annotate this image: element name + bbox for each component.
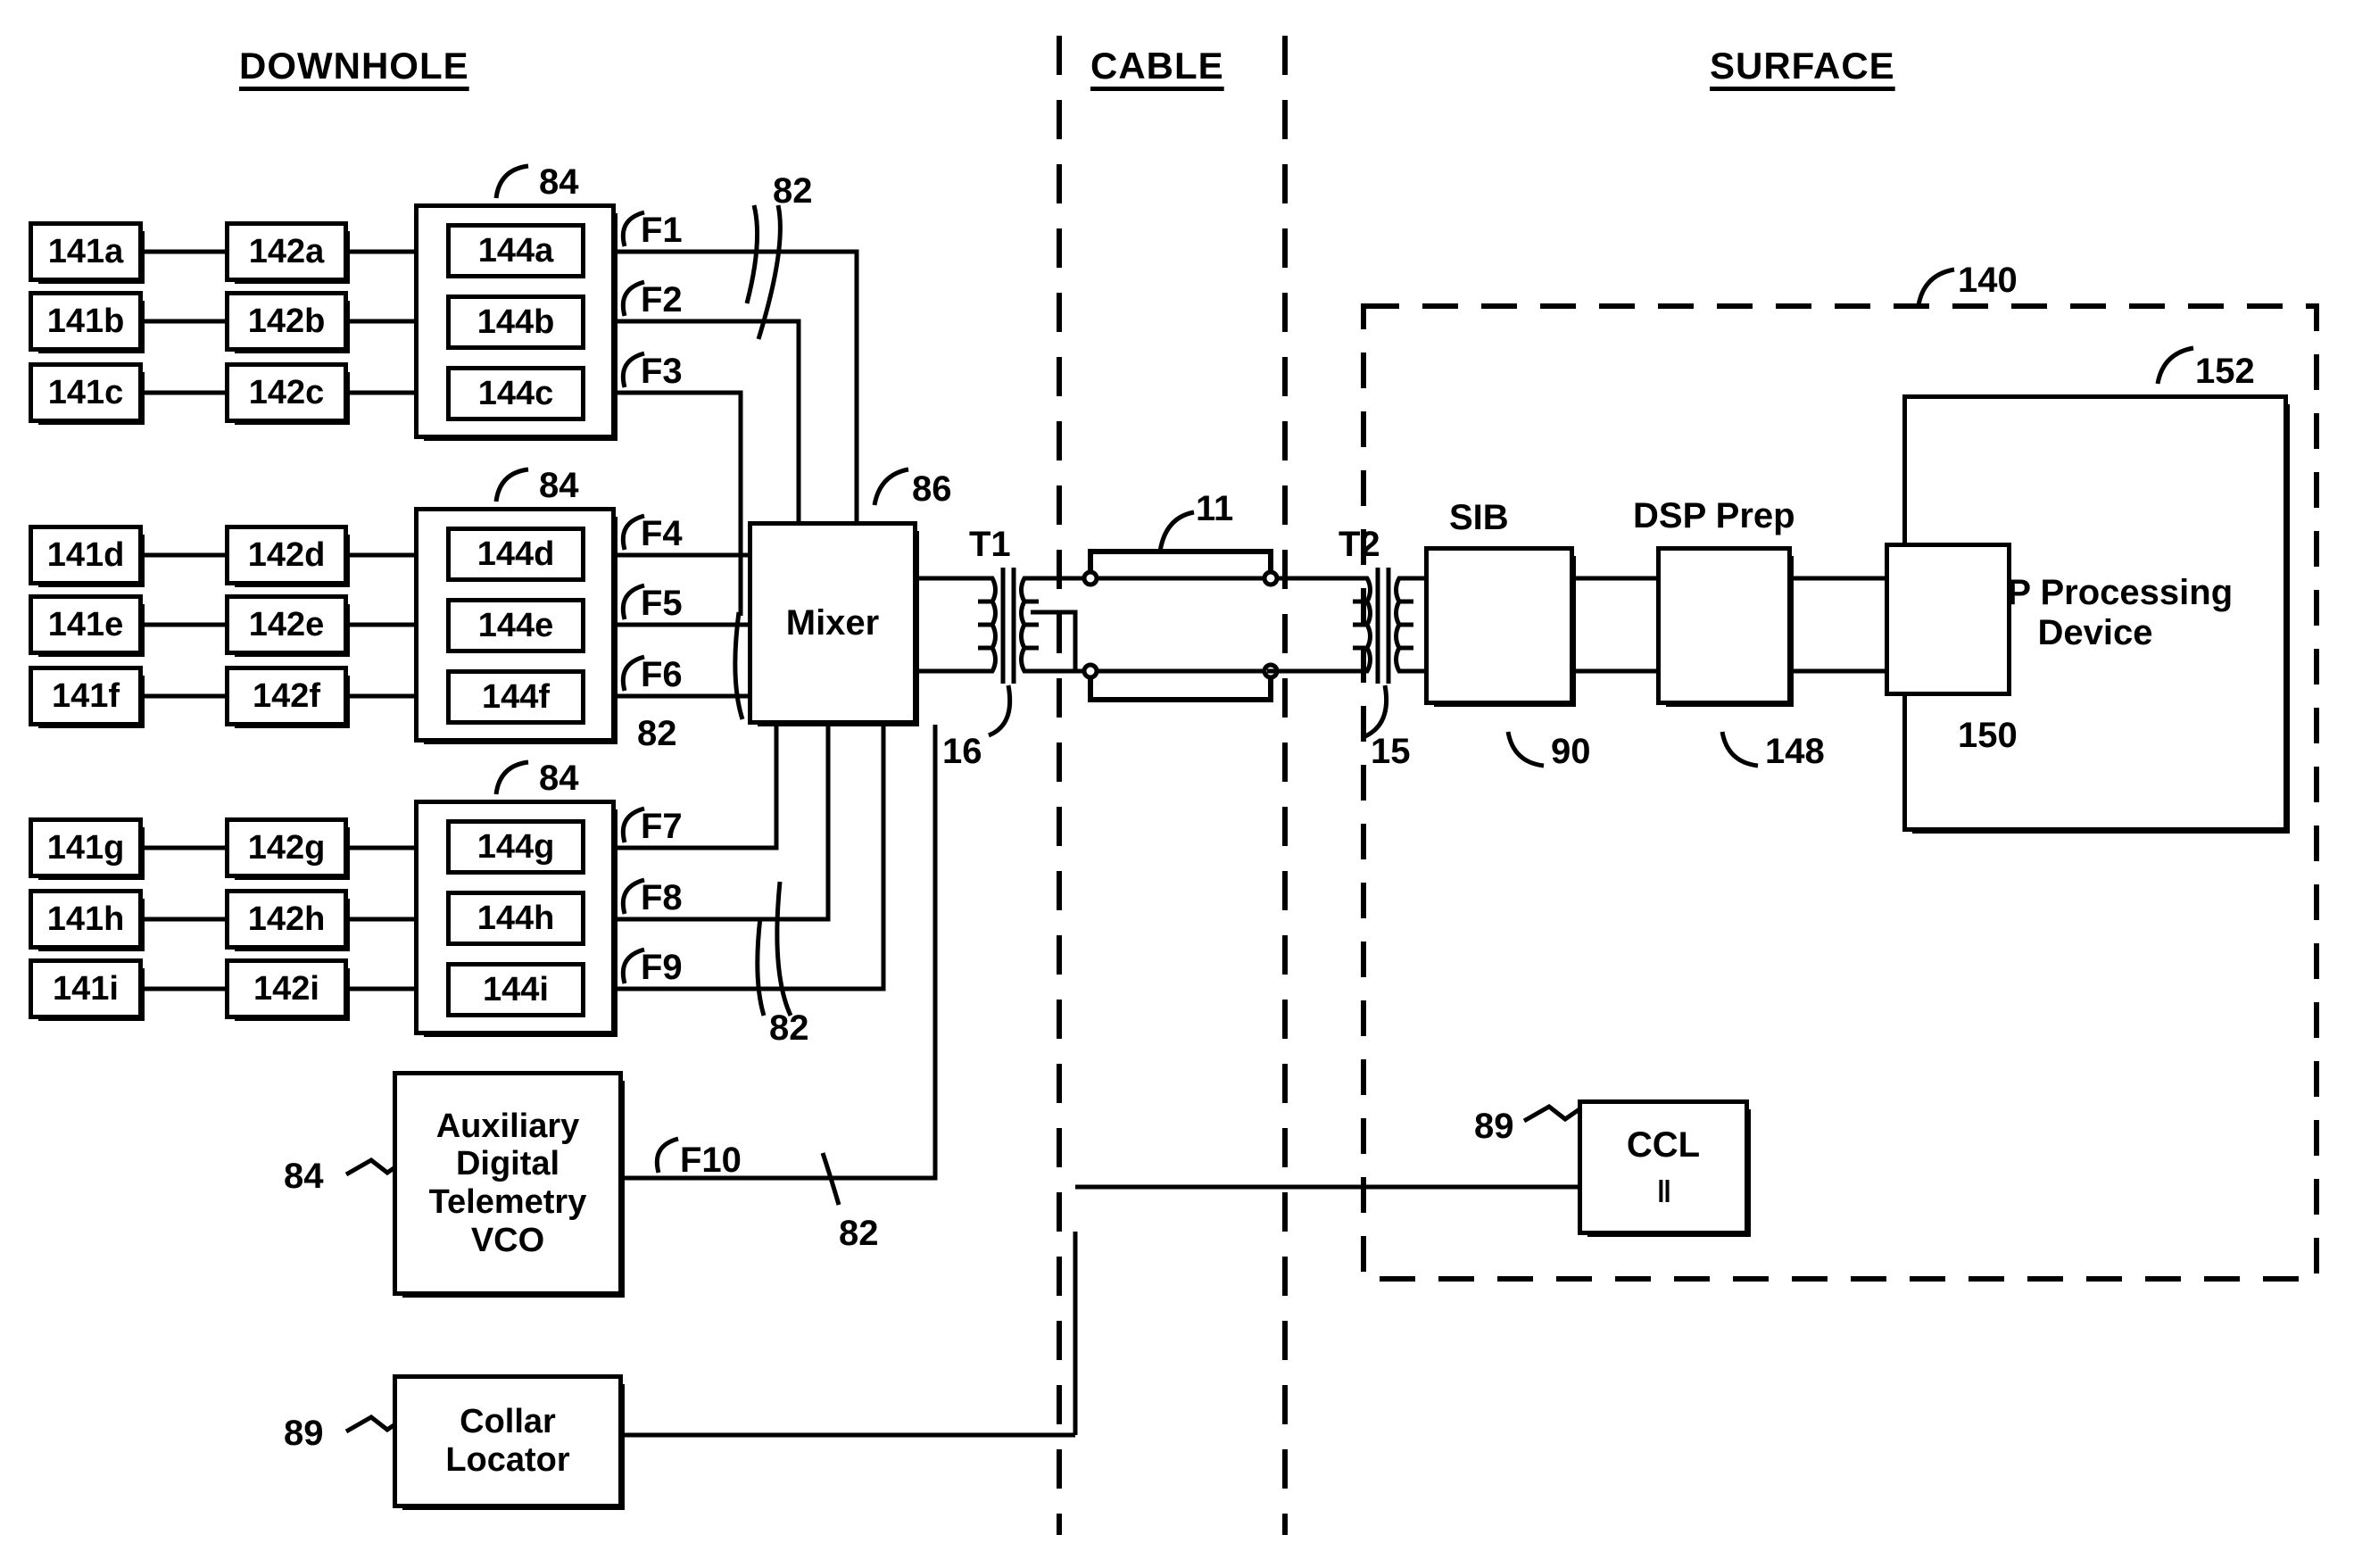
ref-148-dsp-prep: 148 <box>1765 732 1825 771</box>
collar-locator-block[interactable]: Collar Locator <box>393 1374 625 1510</box>
leader-16 <box>987 684 1013 738</box>
conditioner-142b[interactable]: 142b <box>225 291 350 353</box>
leader-140 <box>1916 267 1955 306</box>
ccl-label: CCL <box>1626 1124 1701 1165</box>
ref-86-mixer: 86 <box>912 469 952 509</box>
freq-label-F4: F4 <box>641 514 683 553</box>
dsp-input-block[interactable] <box>1885 543 2011 696</box>
freq-label-F8: F8 <box>641 878 683 917</box>
freq-label-F1: F1 <box>641 211 683 250</box>
ref-82-group1: 82 <box>773 171 813 211</box>
ref-82-f10: 82 <box>839 1214 879 1253</box>
ref-16-t1: 16 <box>942 732 982 771</box>
transformer-t1-label: T1 <box>969 525 1011 564</box>
vco-144i[interactable]: 144i <box>446 962 585 1017</box>
sensor-141e[interactable]: 141e <box>29 594 145 657</box>
sensor-141f[interactable]: 141f <box>29 666 145 728</box>
vco-144e[interactable]: 144e <box>446 598 585 653</box>
freq-label-F6: F6 <box>641 655 683 694</box>
leader-11 <box>1157 510 1195 552</box>
ref-89-ccl: 89 <box>1474 1107 1514 1146</box>
vco-144d[interactable]: 144d <box>446 527 585 582</box>
dsp-prep-block[interactable] <box>1656 546 1794 707</box>
transformer-t2-label: T2 <box>1339 525 1380 564</box>
sensor-141h[interactable]: 141h <box>29 889 145 951</box>
freq-label-F7: F7 <box>641 807 683 846</box>
ref-90-sib: 90 <box>1551 732 1591 771</box>
sib-block[interactable] <box>1424 546 1576 707</box>
ccl-block[interactable]: CCL ‖ <box>1578 1099 1751 1237</box>
freq-label-F10: F10 <box>680 1141 742 1180</box>
ref-82-group3: 82 <box>769 1008 809 1048</box>
conditioner-142e[interactable]: 142e <box>225 594 350 657</box>
freq-label-F2: F2 <box>641 280 683 319</box>
leader-84-group3 <box>493 759 529 795</box>
ref-84-group1: 84 <box>539 162 579 202</box>
vco-144c[interactable]: 144c <box>446 366 585 421</box>
ref-150-dsp-input: 150 <box>1958 716 2018 755</box>
freq-label-F3: F3 <box>641 352 683 391</box>
conditioner-142i[interactable]: 142i <box>225 958 350 1021</box>
leader-82-f10 <box>820 1152 841 1206</box>
ref-15-t2: 15 <box>1371 732 1411 771</box>
leader-F10 <box>654 1136 679 1174</box>
auxiliary-digital-telemetry-vco[interactable]: Auxiliary Digital Telemetry VCO <box>393 1071 625 1298</box>
freq-label-F9: F9 <box>641 948 683 987</box>
ccl-capacitor-icon: ‖ <box>1656 1175 1672 1210</box>
figure-canvas: DOWNHOLE CABLE SURFACE 141a 141b 141c 14… <box>0 0 2354 1568</box>
sensor-141a[interactable]: 141a <box>29 221 145 284</box>
vco-144f[interactable]: 144f <box>446 669 585 725</box>
conditioner-142a[interactable]: 142a <box>225 221 350 284</box>
ref-82-group2: 82 <box>637 714 677 753</box>
leader-148 <box>1720 731 1759 768</box>
ref-84-auxvco: 84 <box>284 1157 324 1196</box>
ref-11-cable: 11 <box>1196 489 1234 528</box>
sib-label: SIB <box>1449 498 1509 537</box>
ref-152-dsp-device: 152 <box>2195 352 2255 391</box>
vco-144h[interactable]: 144h <box>446 891 585 946</box>
sensor-141d[interactable]: 141d <box>29 525 145 587</box>
ref-89-collar: 89 <box>284 1414 324 1453</box>
leader-90 <box>1505 731 1545 768</box>
mixer-block[interactable]: Mixer <box>748 521 919 726</box>
conditioner-142d[interactable]: 142d <box>225 525 350 587</box>
leader-84-group1 <box>493 163 529 199</box>
leader-82-group1 <box>744 204 783 340</box>
dsp-prep-label: DSP Prep <box>1633 496 1795 535</box>
ref-84-group3: 84 <box>539 759 579 798</box>
freq-label-F5: F5 <box>641 584 683 623</box>
conditioner-142g[interactable]: 142g <box>225 817 350 880</box>
leader-82-group3 <box>755 881 793 1017</box>
leader-15 <box>1362 684 1389 740</box>
vco-144a[interactable]: 144a <box>446 223 585 278</box>
vco-144g[interactable]: 144g <box>446 819 585 875</box>
sensor-141i[interactable]: 141i <box>29 958 145 1021</box>
conditioner-142h[interactable]: 142h <box>225 889 350 951</box>
ref-140-surface-enclosure: 140 <box>1958 261 2018 300</box>
sensor-141b[interactable]: 141b <box>29 291 145 353</box>
sensor-141g[interactable]: 141g <box>29 817 145 880</box>
vco-144b[interactable]: 144b <box>446 295 585 350</box>
sensor-141c[interactable]: 141c <box>29 362 145 425</box>
ref-84-group2: 84 <box>539 466 579 505</box>
leader-86 <box>872 467 909 506</box>
conditioner-142c[interactable]: 142c <box>225 362 350 425</box>
leader-152 <box>2155 345 2194 385</box>
leader-84-group2 <box>493 467 529 502</box>
conditioner-142f[interactable]: 142f <box>225 666 350 728</box>
